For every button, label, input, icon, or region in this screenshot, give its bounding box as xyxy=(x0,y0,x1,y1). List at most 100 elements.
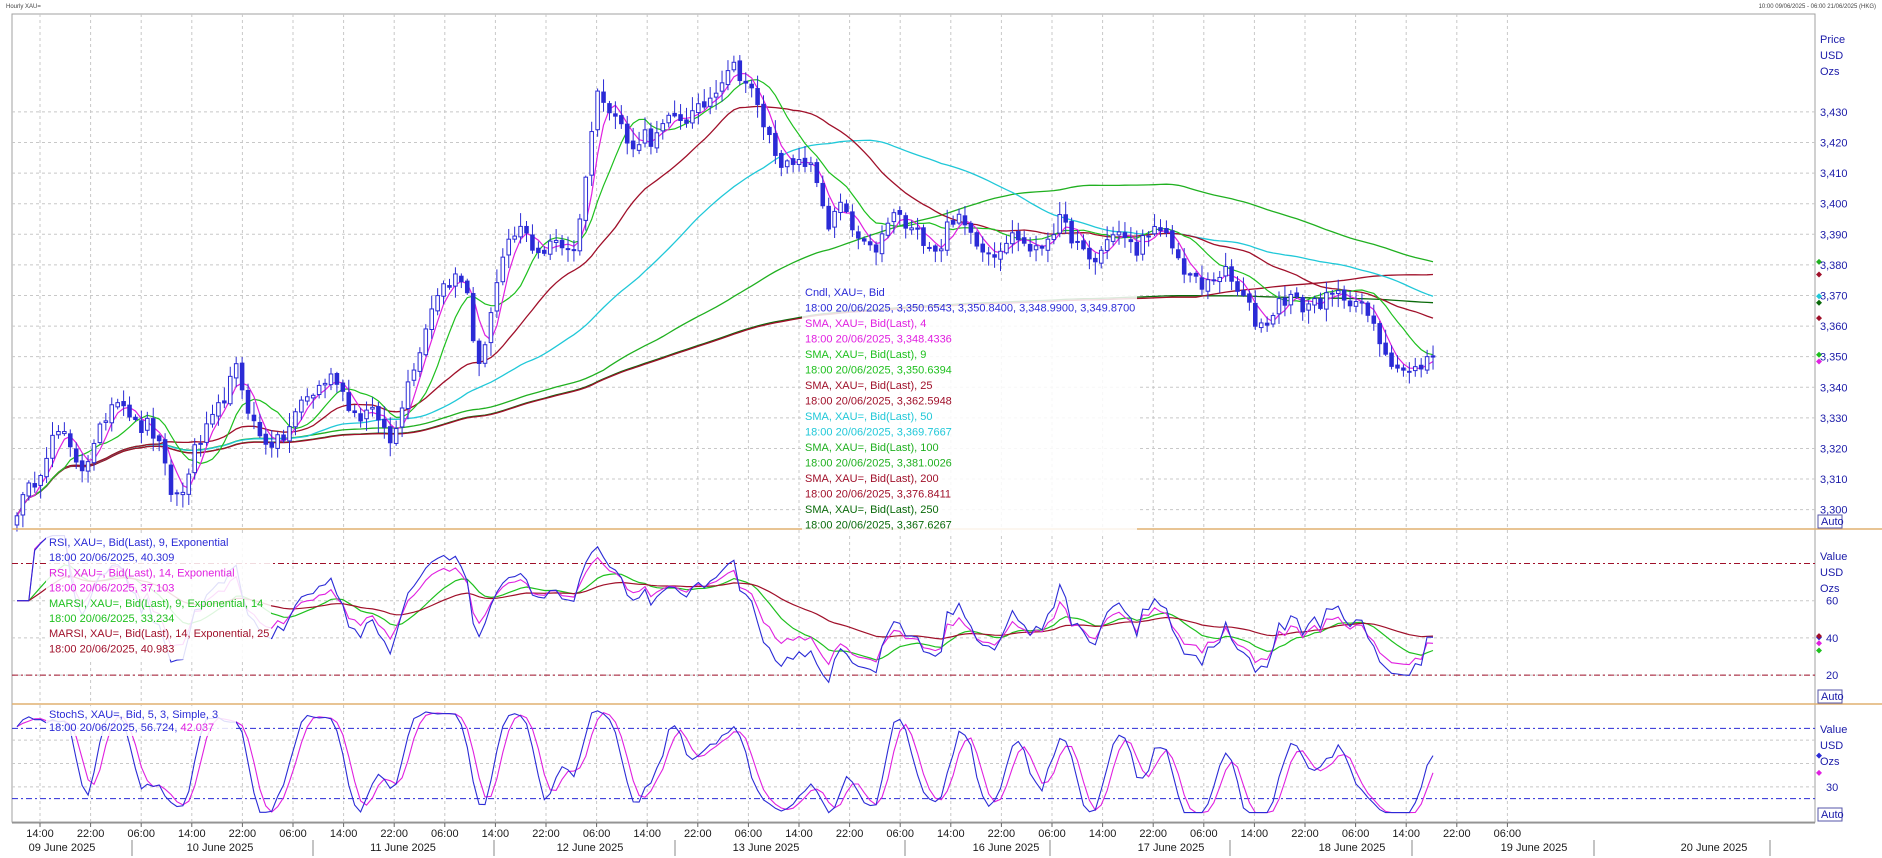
candle-body xyxy=(867,241,873,246)
candle-body xyxy=(1027,243,1033,252)
candle-body xyxy=(950,220,956,225)
candle-body xyxy=(1016,231,1021,241)
price-tick-label: 3,390 xyxy=(1820,229,1848,241)
date-label: 16 June 2025 xyxy=(973,842,1040,854)
candle-body xyxy=(571,249,577,252)
candle xyxy=(921,224,926,254)
candle-body xyxy=(340,382,346,392)
rsi-edge-marker-1 xyxy=(1816,640,1822,647)
candle-body xyxy=(1401,367,1406,371)
candle xyxy=(275,431,280,458)
candle-body xyxy=(542,249,547,254)
candle-body xyxy=(20,494,26,516)
candle-body xyxy=(1377,323,1382,345)
candle xyxy=(1039,244,1045,256)
candle xyxy=(950,215,956,228)
candle-body xyxy=(269,441,275,448)
price-tick-label: 3,400 xyxy=(1820,199,1848,211)
candle xyxy=(441,280,446,305)
candle-body xyxy=(162,439,168,464)
candle xyxy=(660,119,666,140)
candle-body xyxy=(956,213,962,224)
candle-body xyxy=(897,210,903,215)
rsi-panel xyxy=(12,535,1822,684)
candle-body xyxy=(944,221,950,251)
candle-body xyxy=(399,407,405,428)
time-tick-label: 06:00 xyxy=(279,828,307,840)
time-tick-label: 22:00 xyxy=(77,828,105,840)
stoch-auto-button[interactable]: Auto xyxy=(1817,807,1844,822)
candle xyxy=(1211,272,1217,285)
stoch-legend-extra: 42.037 xyxy=(181,722,215,734)
candle xyxy=(364,401,369,431)
price-tick-label: 3,300 xyxy=(1820,505,1848,517)
candle-body xyxy=(790,158,796,165)
candle xyxy=(986,246,991,266)
candle-body xyxy=(1004,242,1009,254)
candle-body xyxy=(470,293,476,342)
time-tick-label: 06:00 xyxy=(1190,828,1218,840)
candle-body xyxy=(506,238,512,256)
candle-body xyxy=(844,203,849,213)
time-tick-label: 06:00 xyxy=(127,828,155,840)
candle-body xyxy=(1075,240,1080,243)
time-tick-label: 14:00 xyxy=(937,828,965,840)
candle-body xyxy=(784,160,790,168)
candle-body xyxy=(850,211,855,231)
candle-body xyxy=(654,132,660,149)
time-tick-label: 06:00 xyxy=(431,828,459,840)
rsi-legend-line: RSI, XAU=, Bid(Last), 9, Exponential xyxy=(49,537,228,549)
price-tick-label: 3,370 xyxy=(1820,290,1848,302)
candle-body xyxy=(1093,257,1098,263)
price-legend-line: 18:00 20/06/2025, 3,350.6394 xyxy=(805,365,952,377)
candle-body xyxy=(962,215,968,226)
rsi-tick-label: 20 xyxy=(1826,670,1838,682)
candle-body xyxy=(1300,297,1305,313)
candle xyxy=(97,421,103,445)
candle xyxy=(1347,290,1353,313)
candle xyxy=(1312,296,1317,314)
candle-body xyxy=(174,492,180,495)
candle-body xyxy=(62,431,67,435)
candle-body xyxy=(992,254,997,258)
price-auto-button[interactable]: Auto xyxy=(1817,514,1844,529)
rsi-tick-label: 40 xyxy=(1826,633,1838,645)
stoch-axis-title-3: Ozs xyxy=(1820,756,1840,768)
candle-body xyxy=(524,225,529,234)
candle xyxy=(115,398,120,410)
candle-body xyxy=(856,231,861,239)
candle-body xyxy=(1276,298,1282,315)
candle-body xyxy=(1051,234,1057,241)
price-legend-line: SMA, XAU=, Bid(Last), 250 xyxy=(805,504,939,516)
candle-body xyxy=(814,162,820,184)
candle-body xyxy=(447,285,452,288)
candle-body xyxy=(1306,303,1311,311)
rsi-axis-title-2: USD xyxy=(1820,567,1843,579)
candle xyxy=(1223,252,1228,282)
candle-body xyxy=(121,401,126,407)
candle-body xyxy=(91,442,97,464)
candle-body xyxy=(222,400,227,404)
candle xyxy=(370,397,375,417)
candle-body xyxy=(1081,240,1086,250)
candle-body xyxy=(767,126,772,136)
candle-body xyxy=(1187,273,1193,276)
candle xyxy=(139,410,144,444)
candle xyxy=(1110,226,1116,246)
candle xyxy=(1057,201,1063,238)
candle xyxy=(974,230,980,250)
candle-body xyxy=(180,491,186,496)
candle xyxy=(850,204,855,237)
sma-25-line xyxy=(16,105,1434,517)
date-label: 12 June 2025 xyxy=(557,842,624,854)
price-axis-title: Price USD Ozs xyxy=(1820,34,1845,78)
price-auto-label: Auto xyxy=(1821,516,1844,528)
price-tick-label: 3,320 xyxy=(1820,443,1848,455)
candle-body xyxy=(1021,237,1027,244)
rsi-auto-button[interactable]: Auto xyxy=(1817,689,1844,704)
candle-body xyxy=(1164,228,1169,234)
candle-body xyxy=(666,114,671,124)
price-tick-label: 3,430 xyxy=(1820,107,1848,119)
candle-body xyxy=(476,340,482,364)
candle-body xyxy=(832,210,837,228)
